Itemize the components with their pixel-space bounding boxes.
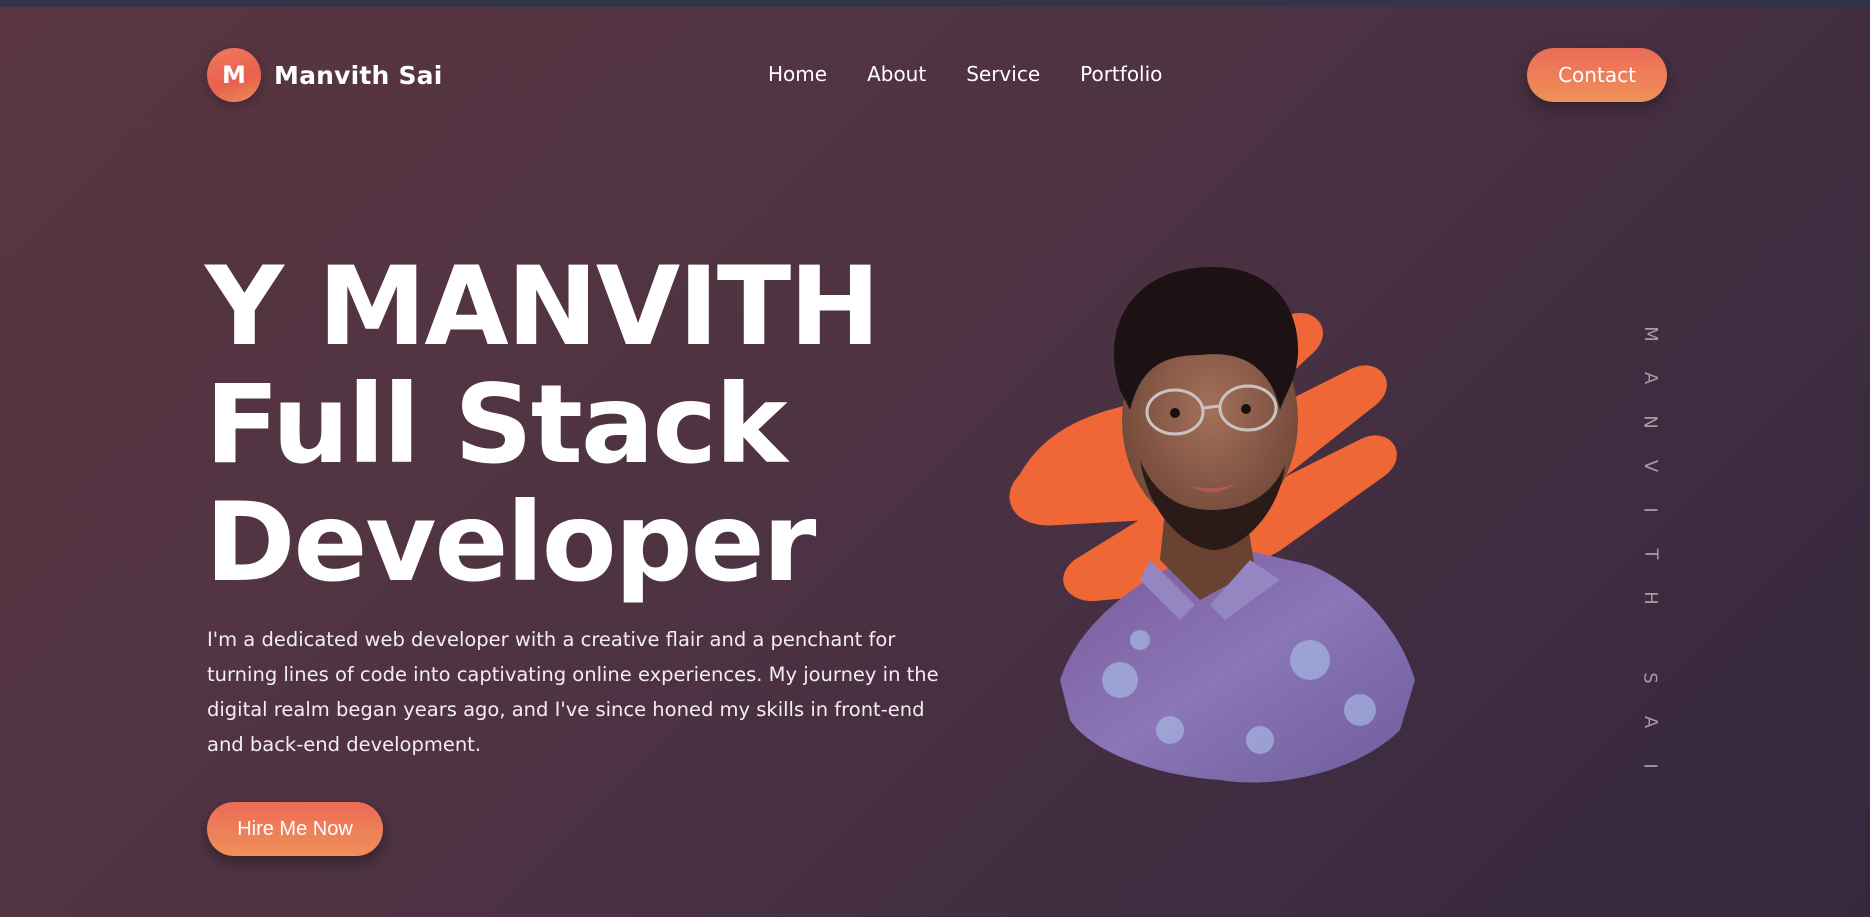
hero-title-line-2: Full Stack xyxy=(205,361,788,488)
nav-item-portfolio[interactable]: Portfolio xyxy=(1080,62,1162,86)
vertical-name-letter: H xyxy=(1639,591,1661,605)
top-strip xyxy=(0,0,1870,7)
vertical-name-letter: M xyxy=(1640,326,1661,342)
contact-button[interactable]: Contact xyxy=(1527,48,1667,102)
nav-item-service[interactable]: Service xyxy=(966,62,1040,86)
vertical-name-letter: S xyxy=(1640,672,1661,684)
hero-description: I'm a dedicated web developer with a cre… xyxy=(207,628,939,756)
nav-menu: Home About Service Portfolio xyxy=(768,62,1202,86)
logo-name: Manvith Sai xyxy=(274,60,443,90)
vertical-name-letter: A xyxy=(1639,715,1661,729)
hero-title: Y MANVITH Full Stack Developer xyxy=(205,243,880,606)
vertical-name-letter: I xyxy=(1640,507,1661,513)
profile-photo xyxy=(1009,266,1415,783)
vertical-name-letter: A xyxy=(1639,371,1661,385)
vertical-name: M A N V I T H S A I xyxy=(1640,312,1661,788)
vertical-name-letter: V xyxy=(1639,459,1661,473)
nav-item-home[interactable]: Home xyxy=(768,62,827,86)
nav-item-about[interactable]: About xyxy=(867,62,926,86)
logo-badge: M xyxy=(207,48,261,102)
vertical-name-letter: I xyxy=(1640,763,1661,769)
hire-me-button[interactable]: Hire Me Now xyxy=(207,802,383,856)
navbar: M Manvith Sai Home About Service Portfol… xyxy=(0,48,1870,102)
logo[interactable]: M Manvith Sai xyxy=(207,48,443,102)
vertical-name-letter: T xyxy=(1640,548,1661,560)
hero-title-line-3: Developer xyxy=(205,479,816,606)
hero-title-line-1: Y MANVITH xyxy=(205,243,880,370)
vertical-name-letter: N xyxy=(1640,415,1661,429)
